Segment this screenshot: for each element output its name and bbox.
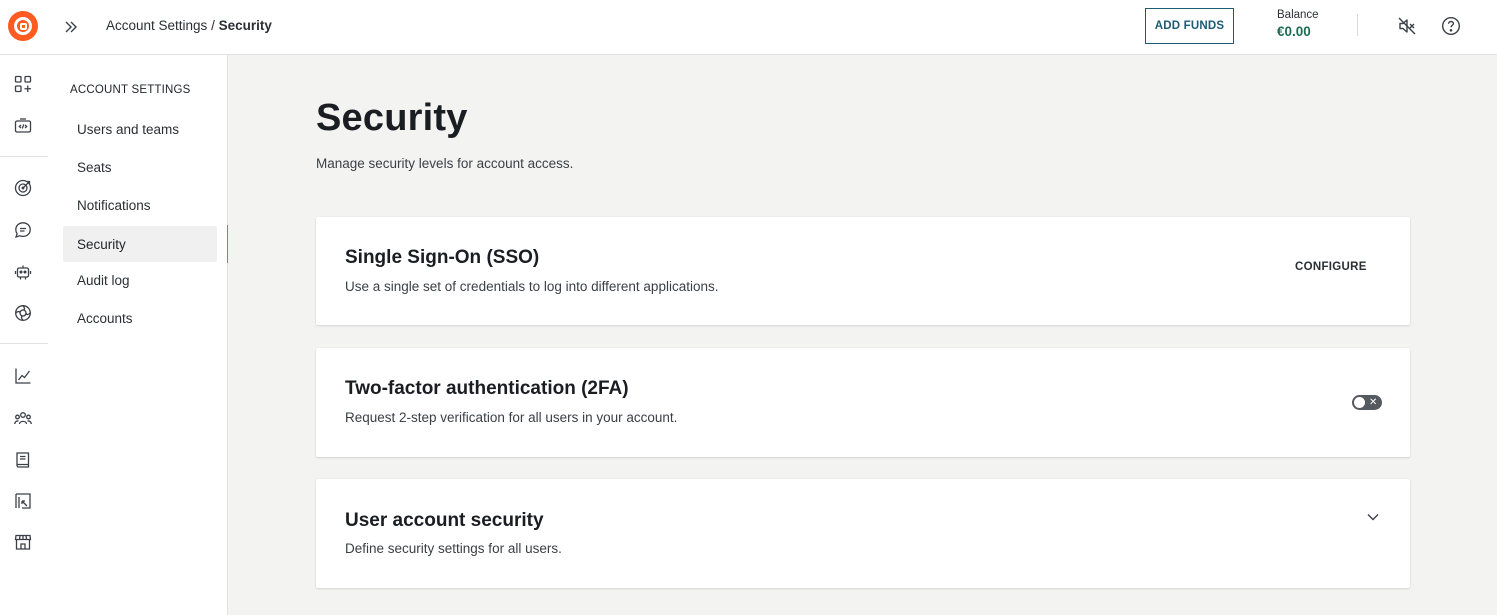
- sso-card: Single Sign-On (SSO) Use a single set of…: [316, 217, 1410, 325]
- help-circle-icon: [1441, 16, 1461, 36]
- rail-separator: [0, 343, 48, 344]
- settings-sidebar: ACCOUNT SETTINGS Users and teams Seats N…: [48, 55, 229, 615]
- sidebar-item-users-and-teams[interactable]: Users and teams: [63, 111, 217, 147]
- close-icon: ✕: [1369, 397, 1378, 408]
- rail-apps-button[interactable]: [12, 73, 34, 95]
- page-subtitle: Manage security levels for account acces…: [316, 156, 574, 171]
- rail-bots-button[interactable]: [12, 261, 34, 283]
- rail-ai-button[interactable]: [12, 302, 34, 324]
- app-root: Account Settings / Security ADD FUNDS Ba…: [0, 0, 1497, 615]
- sidebar-item-notifications[interactable]: Notifications: [63, 187, 217, 223]
- sidebar-item-seats[interactable]: Seats: [63, 149, 217, 185]
- team-icon: [14, 412, 32, 425]
- sidebar-heading: ACCOUNT SETTINGS: [70, 84, 191, 96]
- card-title: Single Sign-On (SSO): [345, 247, 540, 268]
- code-box-icon: [14, 118, 32, 133]
- main-content: Security Manage security levels for acco…: [228, 55, 1497, 615]
- card-title: Two-factor authentication (2FA): [345, 378, 629, 399]
- toggle-knob: [1354, 397, 1365, 408]
- book-icon: [16, 452, 30, 468]
- breadcrumb-separator: /: [207, 18, 219, 33]
- sidebar-item-security[interactable]: Security: [63, 226, 217, 262]
- expand-card-button[interactable]: [1363, 507, 1383, 527]
- breadcrumb-current: Security: [218, 18, 272, 33]
- store-icon: [14, 534, 32, 550]
- help-button[interactable]: [1439, 14, 1463, 38]
- rail-code-button[interactable]: [12, 115, 34, 137]
- openai-icon: [15, 305, 31, 321]
- robot-icon: [14, 265, 32, 280]
- rail-board-button[interactable]: [12, 490, 34, 512]
- balance-widget: Balance €0.00: [1277, 9, 1319, 39]
- target-icon: [14, 179, 32, 197]
- board-icon: [15, 493, 31, 509]
- card-title: User account security: [345, 510, 544, 531]
- page-title: Security: [316, 97, 468, 139]
- sidebar-item-audit-log[interactable]: Audit log: [63, 262, 217, 298]
- rail-docs-button[interactable]: [12, 449, 34, 471]
- line-chart-icon: [15, 368, 31, 384]
- two-factor-card: Two-factor authentication (2FA) Request …: [316, 348, 1410, 457]
- rail-separator: [0, 156, 48, 157]
- configure-sso-button[interactable]: CONFIGURE: [1295, 261, 1367, 273]
- sidebar-item-accounts[interactable]: Accounts: [63, 300, 217, 336]
- card-description: Use a single set of credentials to log i…: [345, 279, 719, 294]
- rail-goals-button[interactable]: [12, 177, 34, 199]
- header-divider: [1357, 14, 1358, 36]
- card-description: Define security settings for all users.: [345, 541, 562, 556]
- rail-store-button[interactable]: [12, 531, 34, 553]
- mute-button[interactable]: [1395, 14, 1419, 38]
- add-funds-button[interactable]: ADD FUNDS: [1145, 8, 1234, 44]
- chat-icon: [14, 222, 31, 239]
- apps-add-icon: [14, 75, 32, 93]
- expand-sidebar-button[interactable]: [60, 16, 82, 38]
- chevron-down-icon: [1367, 514, 1379, 521]
- rail-analytics-button[interactable]: [12, 365, 34, 387]
- top-bar: Account Settings / Security ADD FUNDS Ba…: [0, 0, 1497, 55]
- speaker-muted-icon: [1398, 17, 1416, 35]
- breadcrumb-parent[interactable]: Account Settings: [106, 18, 207, 33]
- two-factor-toggle[interactable]: ✕: [1352, 395, 1382, 410]
- rail-chat-button[interactable]: [12, 219, 34, 241]
- user-account-security-card[interactable]: User account security Define security se…: [316, 479, 1410, 588]
- card-description: Request 2-step verification for all user…: [345, 410, 678, 425]
- rail-team-button[interactable]: [12, 407, 34, 429]
- icon-rail: [0, 55, 48, 615]
- chevrons-right-icon: [65, 21, 77, 33]
- breadcrumb: Account Settings / Security: [106, 18, 272, 33]
- balance-value: €0.00: [1277, 24, 1311, 39]
- brand-logo[interactable]: [8, 11, 38, 41]
- balance-label: Balance: [1277, 9, 1319, 21]
